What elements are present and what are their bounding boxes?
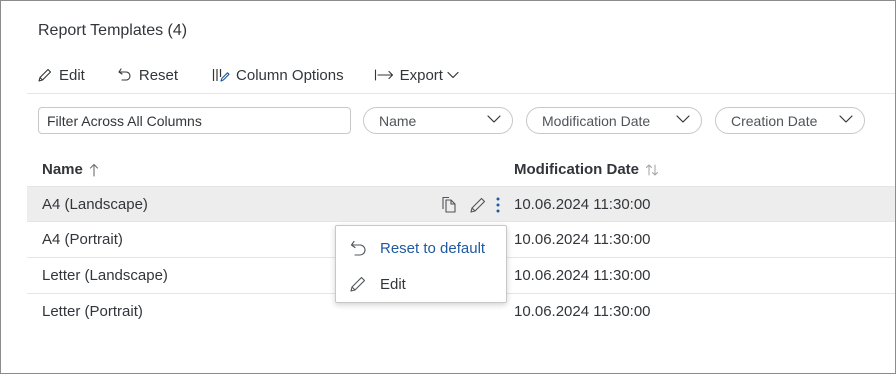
reset-button-label: Reset xyxy=(138,66,179,84)
report-templates-panel: Report Templates (4) Edit Reset Column O… xyxy=(0,0,896,374)
more-vertical-icon[interactable] xyxy=(495,196,501,214)
modification-date-filter-select[interactable]: Modification Date xyxy=(526,107,702,134)
export-arrow-icon xyxy=(374,68,394,82)
row-name: A4 (Portrait) xyxy=(42,231,123,248)
row-modification-date: 10.06.2024 11:30:00 xyxy=(514,267,651,284)
search-input[interactable] xyxy=(38,107,351,134)
column-header-modification-date[interactable]: Modification Date xyxy=(514,161,659,178)
name-filter-label: Name xyxy=(379,112,417,129)
reset-button[interactable]: Reset xyxy=(117,63,178,87)
row-modification-date: 10.06.2024 11:30:00 xyxy=(514,303,651,320)
pencil-icon xyxy=(349,275,371,293)
chevron-down-icon xyxy=(486,111,502,130)
column-options-button[interactable]: Column Options xyxy=(212,63,344,87)
sort-both-icon xyxy=(645,163,659,177)
menu-item-label: Reset to default xyxy=(380,239,486,257)
undo-icon xyxy=(117,67,133,83)
menu-item-reset-to-default[interactable]: Reset to default xyxy=(336,230,506,266)
pencil-icon[interactable] xyxy=(469,196,487,214)
chevron-down-icon xyxy=(838,111,854,130)
row-modification-date: 10.06.2024 11:30:00 xyxy=(514,196,651,213)
menu-item-edit[interactable]: Edit xyxy=(336,266,506,302)
column-header-name[interactable]: Name xyxy=(42,161,99,178)
page-title: Report Templates (4) xyxy=(38,22,188,39)
row-actions xyxy=(440,195,501,215)
column-settings-icon xyxy=(212,67,230,83)
edit-button[interactable]: Edit xyxy=(37,63,85,87)
toolbar: Edit Reset Column Options Export xyxy=(37,63,460,87)
table-row[interactable]: A4 (Landscape) 10.06.2024 11:30:00 xyxy=(27,186,895,222)
copy-icon[interactable] xyxy=(440,196,458,214)
row-name: Letter (Portrait) xyxy=(42,303,143,320)
menu-item-label: Edit xyxy=(380,275,406,293)
row-context-menu: Reset to default Edit xyxy=(335,225,507,303)
column-header-name-label: Name xyxy=(42,161,83,178)
edit-button-label: Edit xyxy=(59,66,85,84)
export-button-label: Export xyxy=(399,66,443,84)
undo-icon xyxy=(349,239,371,257)
toolbar-divider xyxy=(27,93,895,94)
row-name: A4 (Landscape) xyxy=(42,196,148,213)
sort-ascending-icon xyxy=(89,163,99,177)
creation-date-filter-label: Creation Date xyxy=(731,112,818,129)
modification-date-filter-label: Modification Date xyxy=(542,112,651,129)
column-options-label: Column Options xyxy=(236,66,344,84)
row-name: Letter (Landscape) xyxy=(42,267,168,284)
export-button[interactable]: Export xyxy=(374,63,460,87)
creation-date-filter-select[interactable]: Creation Date xyxy=(715,107,865,134)
chevron-down-icon xyxy=(675,111,691,130)
name-filter-select[interactable]: Name xyxy=(363,107,513,134)
row-modification-date: 10.06.2024 11:30:00 xyxy=(514,231,651,248)
pencil-icon xyxy=(37,67,53,83)
column-header-modification-date-label: Modification Date xyxy=(514,161,640,178)
chevron-down-icon xyxy=(446,68,460,82)
